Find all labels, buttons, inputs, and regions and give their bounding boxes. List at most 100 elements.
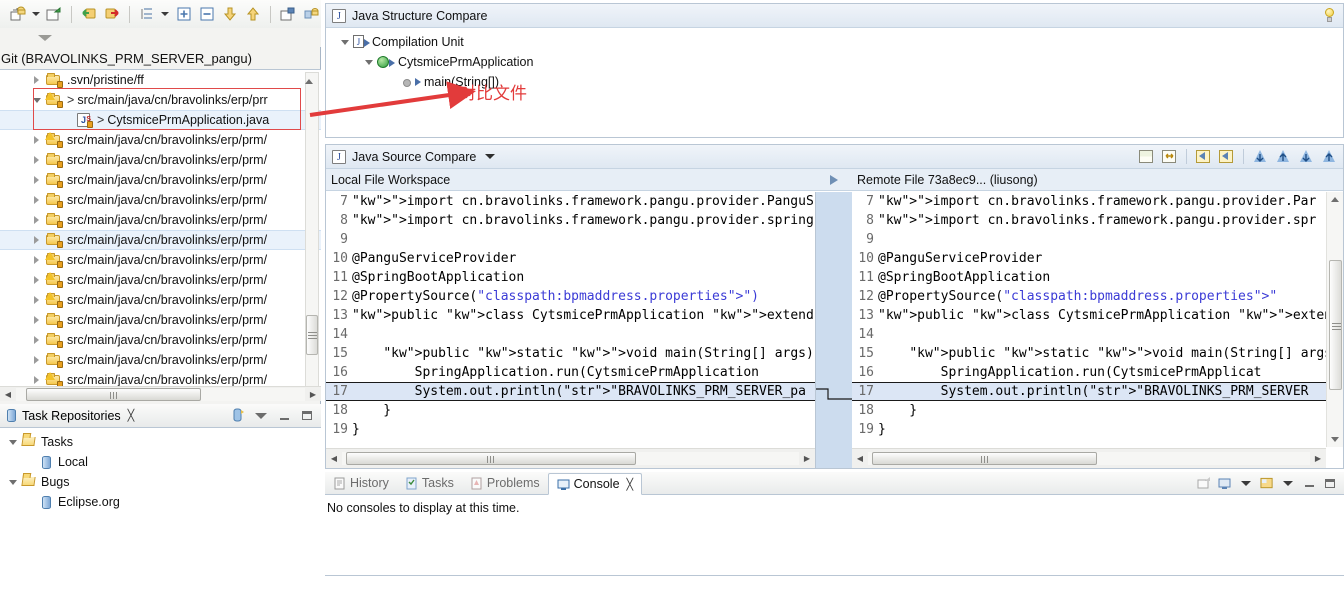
local-hscrollbar[interactable]: ◀ ▶: [326, 448, 815, 468]
tree-item[interactable]: src/main/java/cn/bravolinks/erp/prm/: [0, 290, 321, 310]
hscroll-track[interactable]: [342, 452, 799, 465]
tree-item[interactable]: src/main/java/cn/bravolinks/erp/prm/: [0, 250, 321, 270]
copy-right-to-left-icon[interactable]: [1194, 148, 1213, 166]
scroll-right-icon[interactable]: ▶: [799, 454, 815, 463]
expander-expanded-icon[interactable]: [338, 36, 351, 49]
tree-item[interactable]: src/main/java/cn/bravolinks/erp/prm/: [0, 130, 321, 150]
filter-dropdown-icon[interactable]: [38, 34, 52, 41]
display-dropdown-icon[interactable]: [1239, 476, 1253, 490]
task-tree-item[interactable]: Tasks: [0, 432, 321, 452]
minimize-icon[interactable]: [277, 409, 291, 423]
expander-collapsed-icon[interactable]: [60, 114, 73, 127]
tree-item[interactable]: src/main/java/cn/bravolinks/erp/prm/: [0, 350, 321, 370]
minimize-icon[interactable]: [1302, 476, 1316, 490]
previous-difference-icon[interactable]: [1251, 148, 1270, 166]
console-output[interactable]: No consoles to display at this time.: [325, 495, 1344, 515]
structure-tree-item[interactable]: J Compilation Unit: [326, 32, 1343, 52]
tree-scroll-thumb[interactable]: [306, 315, 318, 355]
expander-expanded-icon[interactable]: [362, 56, 375, 69]
expander-expanded-icon[interactable]: [6, 476, 19, 489]
link-with-editor-icon[interactable]: [137, 3, 157, 25]
expander-collapsed-icon[interactable]: [30, 254, 43, 267]
view-menu-arrow[interactable]: [160, 3, 170, 25]
collapse-all-icon[interactable]: [197, 3, 217, 25]
chevron-down-icon[interactable]: [485, 154, 496, 159]
scroll-left-icon[interactable]: ◀: [852, 454, 868, 463]
expander-collapsed-icon[interactable]: [30, 174, 43, 187]
hscroll-track[interactable]: [868, 452, 1310, 465]
task-tree-item[interactable]: Local: [0, 452, 321, 472]
tree-item[interactable]: src/main/java/cn/bravolinks/erp/prm/: [0, 210, 321, 230]
tab-task-repositories[interactable]: Task Repositories ╳: [0, 408, 134, 423]
tree-item[interactable]: > src/main/java/cn/bravolinks/erp/prr: [0, 90, 321, 110]
show-ancestor-pane-icon[interactable]: [1137, 148, 1156, 166]
tab-problems[interactable]: Problems: [462, 472, 548, 494]
display-selected-console-icon[interactable]: [1218, 476, 1232, 490]
hscroll-thumb[interactable]: [346, 452, 636, 465]
expander-expanded-icon[interactable]: [6, 436, 19, 449]
toolbar-dropdown-arrow[interactable]: [31, 3, 41, 25]
tree-item[interactable]: src/main/java/cn/bravolinks/erp/prm/: [0, 170, 321, 190]
expander-collapsed-icon[interactable]: [388, 76, 401, 89]
scroll-left-icon[interactable]: ◀: [326, 454, 342, 463]
tree-horizontal-scrollbar[interactable]: ◀ ▶: [0, 386, 321, 401]
tab-tasks[interactable]: Tasks: [397, 472, 462, 494]
open-console-dropdown-icon[interactable]: [1281, 476, 1295, 490]
remote-vscrollbar[interactable]: [1326, 192, 1343, 447]
expander-collapsed-icon[interactable]: [30, 74, 43, 87]
tree-item[interactable]: src/main/java/cn/bravolinks/erp/prm/: [0, 330, 321, 350]
new-repository-icon[interactable]: [8, 3, 28, 25]
next-change-icon[interactable]: [1320, 148, 1339, 166]
lightbulb-icon[interactable]: [1323, 7, 1337, 24]
scroll-right-icon[interactable]: ▶: [1310, 454, 1326, 463]
next-difference-icon[interactable]: [1274, 148, 1293, 166]
remote-code-pane[interactable]: 7 "kw">">import cn.bravolinks.framework.p…: [852, 192, 1343, 468]
tab-history[interactable]: History: [325, 472, 397, 494]
swap-sides-icon[interactable]: [1160, 148, 1179, 166]
previous-change-icon[interactable]: [1297, 148, 1316, 166]
hscroll-thumb[interactable]: [26, 387, 201, 401]
copy-path-icon[interactable]: [301, 3, 321, 25]
close-icon[interactable]: ╳: [627, 478, 634, 491]
expand-all-icon[interactable]: [173, 3, 193, 25]
hscroll-thumb[interactable]: [872, 452, 1097, 465]
expander-collapsed-icon[interactable]: [30, 234, 43, 247]
hscroll-track[interactable]: [16, 387, 305, 401]
tree-item[interactable]: src/main/java/cn/bravolinks/erp/prm/: [0, 270, 321, 290]
expander-collapsed-icon[interactable]: [30, 134, 43, 147]
local-code-pane[interactable]: 7 "kw">">import cn.bravolinks.framework.p…: [326, 192, 816, 468]
close-icon[interactable]: ╳: [128, 409, 135, 422]
vscroll-thumb[interactable]: [1329, 260, 1342, 390]
maximize-icon[interactable]: [1323, 476, 1337, 490]
scroll-up-icon[interactable]: [1331, 197, 1339, 202]
expander-collapsed-icon[interactable]: [30, 314, 43, 327]
view-menu-icon[interactable]: [254, 409, 268, 423]
remote-hscrollbar[interactable]: ◀ ▶: [852, 448, 1326, 468]
task-tree-item[interactable]: Eclipse.org: [0, 492, 321, 512]
add-repository-icon[interactable]: [231, 408, 245, 423]
scroll-left-icon[interactable]: ◀: [0, 390, 16, 399]
tree-item[interactable]: src/main/java/cn/bravolinks/erp/prm/: [0, 190, 321, 210]
git-repository-tree[interactable]: .svn/pristine/ff > src/main/java/cn/bravol…: [0, 69, 321, 401]
expander-collapsed-icon[interactable]: [30, 354, 43, 367]
clone-repository-icon[interactable]: [44, 3, 64, 25]
tree-item[interactable]: src/main/java/cn/bravolinks/erp/prm/: [0, 230, 321, 250]
copy-left-to-right-icon[interactable]: [1217, 148, 1236, 166]
expander-collapsed-icon[interactable]: [30, 374, 43, 387]
scroll-right-icon[interactable]: ▶: [305, 390, 321, 399]
expander-collapsed-icon[interactable]: [30, 154, 43, 167]
down-arrow-icon[interactable]: [220, 3, 240, 25]
up-arrow-icon[interactable]: [243, 3, 263, 25]
pull-icon[interactable]: [79, 3, 99, 25]
task-tree-item[interactable]: Bugs: [0, 472, 321, 492]
add-repository-icon[interactable]: [278, 3, 298, 25]
expander-collapsed-icon[interactable]: [30, 274, 43, 287]
scroll-up-icon[interactable]: [305, 79, 313, 84]
maximize-icon[interactable]: [300, 409, 314, 423]
tab-console[interactable]: Console ╳: [547, 473, 643, 495]
tree-item[interactable]: src/main/java/cn/bravolinks/erp/prm/: [0, 150, 321, 170]
expander-expanded-icon[interactable]: [30, 94, 43, 107]
open-console-icon[interactable]: [1260, 476, 1274, 490]
expander-collapsed-icon[interactable]: [30, 194, 43, 207]
tree-item[interactable]: src/main/java/cn/bravolinks/erp/prm/: [0, 310, 321, 330]
